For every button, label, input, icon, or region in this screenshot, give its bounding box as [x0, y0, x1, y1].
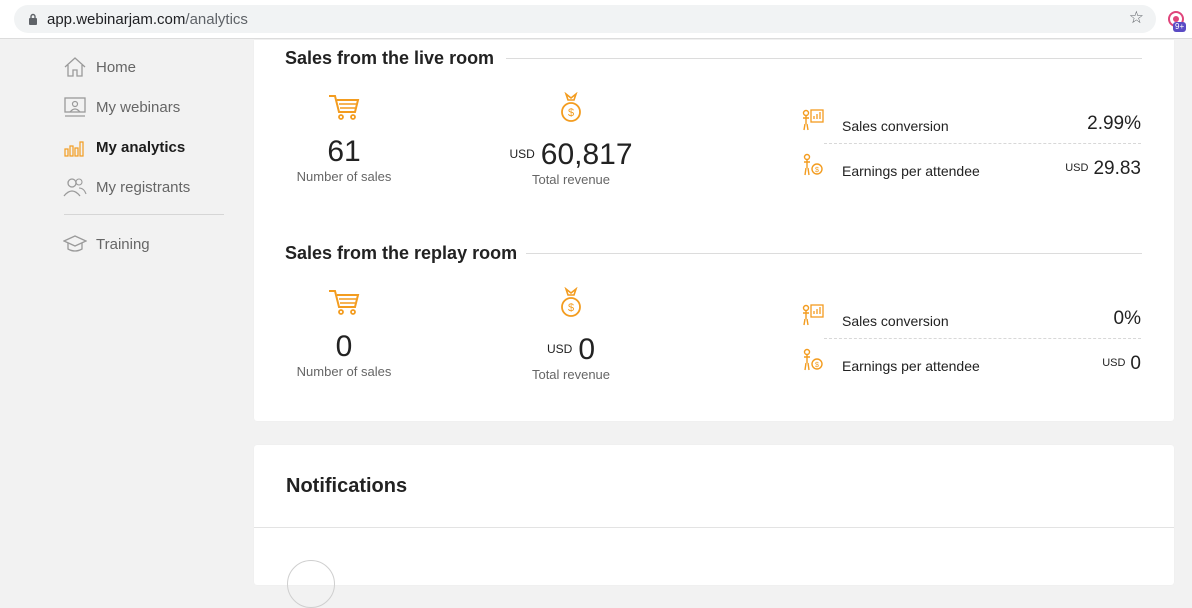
notifications-title: Notifications	[286, 475, 408, 497]
replay-revenue-value: 0	[578, 333, 596, 366]
section-divider	[526, 253, 1142, 254]
bookmark-star-icon[interactable]: ☆	[1129, 8, 1144, 28]
section-divider	[506, 58, 1142, 59]
svg-text:$: $	[568, 107, 574, 119]
sidebar-item-home[interactable]: Home	[62, 54, 136, 80]
live-conversion-label: Sales conversion	[842, 118, 949, 134]
replay-revenue-currency: USD	[546, 342, 573, 356]
replay-epa-label: Earnings per attendee	[842, 358, 980, 374]
sidebar-item-label: My registrants	[96, 178, 191, 196]
stat-separator	[824, 338, 1141, 339]
live-epa-row: $ Earnings per attendee USD 29.83	[801, 153, 1141, 197]
sidebar-divider	[64, 214, 224, 215]
cart-icon	[329, 290, 360, 315]
live-sales-metric: 61 Number of sales	[274, 92, 414, 184]
url-text: app.webinarjam.com/analytics	[47, 11, 248, 28]
notifications-card: Notifications	[254, 445, 1174, 608]
replay-revenue-label: Total revenue	[531, 367, 611, 382]
live-conversion-value: 2.99%	[1087, 113, 1141, 134]
replay-epa-row: $ Earnings per attendee USD 0	[801, 348, 1141, 392]
replay-epa-value-line: USD 0	[1102, 353, 1141, 375]
replay-sales-label: Number of sales	[296, 364, 392, 379]
svg-text:$: $	[568, 302, 574, 314]
live-revenue-currency: USD	[509, 147, 535, 161]
live-epa-value-line: USD 29.83	[1065, 158, 1141, 180]
replay-revenue-metric: $ USD 0 Total revenue	[486, 287, 656, 382]
live-revenue-label: Total revenue	[531, 172, 611, 187]
sidebar: Home My webinars My analytics My registr…	[0, 40, 250, 567]
presenter-chart-icon	[802, 109, 824, 131]
lock-icon	[29, 13, 37, 25]
live-sales-count: 61	[327, 135, 361, 168]
money-bag-icon: $	[561, 92, 581, 122]
live-epa-currency: USD	[1065, 162, 1089, 174]
presenter-chart-icon	[802, 304, 824, 326]
live-epa-value: 29.83	[1093, 158, 1141, 179]
sidebar-item-label: Training	[96, 235, 150, 253]
person-money-icon: $	[803, 153, 823, 176]
notifications-divider	[254, 527, 1174, 528]
address-bar[interactable]: app.webinarjam.com/analytics ☆	[14, 5, 1156, 33]
sidebar-item-label: My analytics	[96, 138, 186, 156]
sidebar-item-my-registrants[interactable]: My registrants	[62, 174, 190, 200]
replay-conversion-label: Sales conversion	[842, 313, 949, 329]
money-bag-icon: $	[561, 287, 581, 317]
live-revenue-value-line: USD 60,817	[486, 137, 656, 172]
stat-separator	[824, 143, 1141, 144]
url-host: app.webinarjam.com	[47, 11, 186, 28]
svg-text:$: $	[815, 167, 819, 174]
live-sales-conversion-row: Sales conversion 2.99%	[801, 108, 1141, 152]
person-money-icon: $	[803, 348, 823, 371]
extension-badge: 9+	[1173, 22, 1187, 32]
notification-avatar	[287, 560, 335, 608]
live-epa-label: Earnings per attendee	[842, 163, 980, 179]
sidebar-item-label: My webinars	[96, 98, 181, 116]
cart-icon	[329, 95, 360, 120]
bar-chart-icon	[62, 135, 88, 159]
sidebar-item-training[interactable]: Training	[62, 231, 150, 257]
presenter-icon	[62, 95, 88, 119]
browser-toolbar: app.webinarjam.com/analytics ☆ 9+	[0, 0, 1192, 39]
svg-text:$: $	[815, 362, 819, 369]
sidebar-item-my-webinars[interactable]: My webinars	[62, 94, 180, 120]
replay-epa-value: 0	[1130, 353, 1141, 374]
live-room-title: Sales from the live room	[285, 48, 495, 68]
replay-room-title: Sales from the replay room	[285, 243, 518, 263]
replay-sales-count: 0	[335, 330, 353, 363]
replay-conversion-value: 0%	[1113, 308, 1141, 329]
sales-card: Sales from the live room 61 Number of sa…	[254, 40, 1174, 421]
sidebar-item-my-analytics[interactable]: My analytics	[62, 134, 185, 160]
replay-sales-metric: 0 Number of sales	[274, 287, 414, 379]
live-sales-label: Number of sales	[296, 169, 392, 184]
live-revenue-metric: $ USD 60,817 Total revenue	[486, 92, 656, 187]
users-icon	[62, 175, 88, 199]
replay-epa-currency: USD	[1102, 357, 1126, 369]
live-revenue-value: 60,817	[540, 138, 633, 171]
replay-sales-conversion-row: Sales conversion 0%	[801, 303, 1141, 347]
sidebar-item-label: Home	[96, 58, 137, 76]
graduation-cap-icon	[62, 232, 88, 256]
house-icon	[62, 55, 88, 79]
replay-revenue-value-line: USD 0	[486, 332, 656, 367]
url-path: /analytics	[185, 11, 248, 28]
